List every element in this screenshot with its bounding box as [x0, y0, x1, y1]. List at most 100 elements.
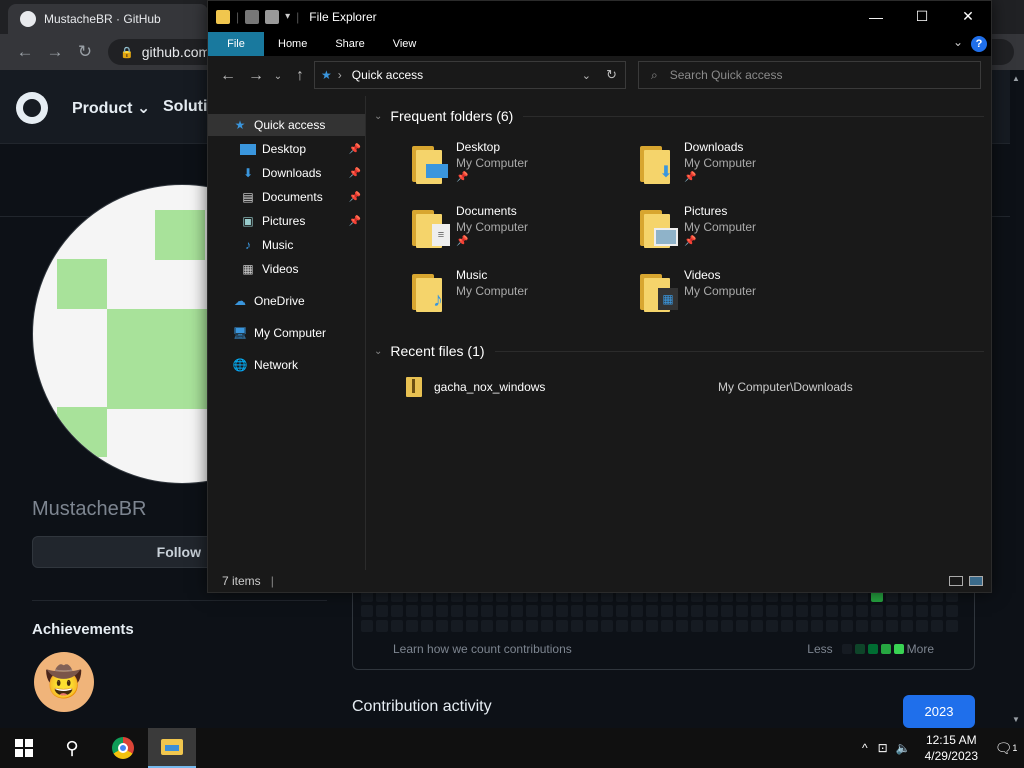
details-view-icon[interactable] [949, 576, 963, 586]
contribution-cell[interactable] [421, 605, 433, 617]
customize-toolbar-icon[interactable]: ▾ [285, 11, 290, 22]
folder-tile-pictures[interactable]: Pictures My Computer 📌 [638, 204, 858, 260]
contribution-cell[interactable] [871, 620, 883, 632]
sidebar-item-pictures[interactable]: ▣ Pictures 📌 [208, 210, 365, 232]
contribution-cell[interactable] [706, 605, 718, 617]
search-icon[interactable]: ⚲ [48, 728, 96, 768]
contribution-cell[interactable] [436, 605, 448, 617]
contribution-cell[interactable] [436, 620, 448, 632]
network-icon[interactable]: ⊡ [878, 741, 888, 755]
folder-tile-music[interactable]: ♪ Music My Computer [410, 268, 630, 324]
close-button[interactable]: ✕ [945, 1, 991, 32]
contribution-cell[interactable] [421, 620, 433, 632]
help-icon[interactable]: ? [971, 36, 987, 52]
sidebar-item-music[interactable]: ♪ Music [208, 234, 365, 256]
explorer-address-bar[interactable]: ★ › Quick access ⌄ ↻ [314, 61, 626, 89]
contribution-cell[interactable] [361, 620, 373, 632]
frequent-folders-header[interactable]: ⌄ Frequent folders (6) [374, 108, 984, 124]
explorer-title-bar[interactable]: | ▾ | File Explorer — ☐ ✕ [208, 1, 991, 32]
page-scrollbar[interactable]: ▲ ▼ [1010, 70, 1024, 728]
contribution-cell[interactable] [901, 620, 913, 632]
folder-tile-documents[interactable]: ≡ Documents My Computer 📌 [410, 204, 630, 260]
contribution-cell[interactable] [616, 605, 628, 617]
recent-file-row[interactable]: gacha_nox_windows My Computer\Downloads [406, 376, 966, 398]
contribution-cell[interactable] [736, 605, 748, 617]
contribution-cell[interactable] [796, 605, 808, 617]
contribution-cell[interactable] [736, 620, 748, 632]
tab-view[interactable]: View [379, 32, 431, 56]
contribution-cell[interactable] [556, 605, 568, 617]
contribution-cell[interactable] [526, 605, 538, 617]
contribution-cell[interactable] [856, 620, 868, 632]
contribution-cell[interactable] [631, 605, 643, 617]
contribution-cell[interactable] [496, 620, 508, 632]
contribution-cell[interactable] [751, 620, 763, 632]
contribution-cell[interactable] [391, 605, 403, 617]
contribution-cell[interactable] [826, 605, 838, 617]
contribution-cell[interactable] [721, 620, 733, 632]
maximize-button[interactable]: ☐ [899, 1, 945, 32]
contribution-cell[interactable] [706, 620, 718, 632]
contribution-cell[interactable] [406, 620, 418, 632]
sidebar-item-desktop[interactable]: Desktop 📌 [208, 138, 365, 160]
contribution-cell[interactable] [391, 620, 403, 632]
properties-icon[interactable] [245, 9, 260, 24]
chevron-down-icon[interactable]: ⌄ [374, 111, 382, 122]
contribution-cell[interactable] [766, 620, 778, 632]
contribution-cell[interactable] [466, 605, 478, 617]
contribution-cell[interactable] [646, 605, 658, 617]
contribution-cell[interactable] [691, 620, 703, 632]
show-hidden-icons-icon[interactable]: ^ [862, 741, 868, 755]
nav-product[interactable]: Product ⌄ [72, 98, 150, 118]
contribution-cell[interactable] [631, 620, 643, 632]
contribution-cell[interactable] [841, 605, 853, 617]
chrome-taskbar-button[interactable] [99, 728, 147, 768]
chevron-right-icon[interactable]: › [338, 68, 342, 82]
forward-arrow-icon[interactable]: → [40, 37, 70, 67]
search-input[interactable]: ⌕ Search Quick access [638, 61, 981, 89]
sidebar-item-onedrive[interactable]: ☁ OneDrive [208, 290, 365, 312]
contribution-cell[interactable] [541, 620, 553, 632]
contribution-cell[interactable] [781, 620, 793, 632]
sidebar-item-downloads[interactable]: ⬇ Downloads 📌 [208, 162, 365, 184]
contribution-cell[interactable] [571, 605, 583, 617]
start-button[interactable] [0, 728, 48, 768]
refresh-icon[interactable]: ↻ [606, 67, 617, 83]
contribution-cell[interactable] [871, 605, 883, 617]
contribution-cell[interactable] [661, 605, 673, 617]
contribution-learn-link[interactable]: Learn how we count contributions [393, 642, 572, 656]
folder-tile-videos[interactable]: ▦ Videos My Computer [638, 268, 858, 324]
contribution-cell[interactable] [751, 605, 763, 617]
contribution-cell[interactable] [511, 620, 523, 632]
contribution-cell[interactable] [451, 605, 463, 617]
sidebar-item-videos[interactable]: ▦ Videos [208, 258, 365, 280]
folder-tile-downloads[interactable]: ⬇ Downloads My Computer 📌 [638, 140, 858, 196]
contribution-cell[interactable] [676, 605, 688, 617]
sidebar-item-documents[interactable]: ▤ Documents 📌 [208, 186, 365, 208]
contribution-cell[interactable] [931, 620, 943, 632]
contribution-cell[interactable] [811, 605, 823, 617]
contribution-cell[interactable] [841, 620, 853, 632]
clock[interactable]: 12:15 AM 4/29/2023 [925, 732, 978, 764]
tab-file[interactable]: File [208, 32, 264, 56]
chevron-down-icon[interactable]: ⌄ [374, 346, 382, 357]
tab-home[interactable]: Home [264, 32, 321, 56]
contribution-cell[interactable] [796, 620, 808, 632]
contribution-cell[interactable] [376, 620, 388, 632]
contribution-cell[interactable] [601, 620, 613, 632]
contribution-cell[interactable] [781, 605, 793, 617]
back-arrow-icon[interactable]: ← [214, 62, 242, 90]
contribution-cell[interactable] [676, 620, 688, 632]
contribution-cell[interactable] [526, 620, 538, 632]
chevron-down-icon[interactable]: ⌄ [582, 69, 591, 82]
tab-share[interactable]: Share [321, 32, 378, 56]
minimize-button[interactable]: — [853, 1, 899, 32]
contribution-cell[interactable] [916, 620, 928, 632]
contribution-cell[interactable] [901, 605, 913, 617]
expand-ribbon-icon[interactable]: ⌄ [953, 35, 963, 49]
contribution-cell[interactable] [856, 605, 868, 617]
contribution-cell[interactable] [541, 605, 553, 617]
achievement-badge[interactable]: 🤠 [34, 652, 94, 712]
contribution-cell[interactable] [661, 620, 673, 632]
contribution-cell[interactable] [571, 620, 583, 632]
